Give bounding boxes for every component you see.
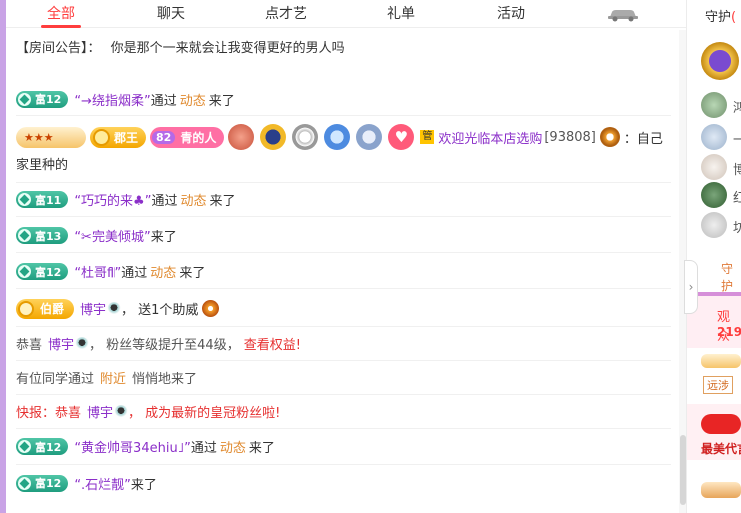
wealth-gem-icon (18, 229, 31, 242)
list-item: 富11 “巧巧的来♣” 通过 动态 来了 (16, 183, 671, 217)
manager-icon: 管 (420, 130, 435, 144)
wealth-badge: 富11 (16, 191, 69, 208)
swirl-icon (292, 124, 319, 150)
ambassador-panel[interactable]: 最美代言 (687, 404, 741, 460)
tab-all[interactable]: 全部 (36, 3, 86, 28)
guard-button[interactable]: 守护 (721, 260, 741, 294)
wealth-badge: 富12 (16, 263, 69, 280)
user-nick[interactable]: “✂完美倾城” (74, 226, 150, 245)
list-item: ★★★ 郡王 82 青的人 ♥ 管 欢迎光临本店选购 [93808] ：自己 家… (16, 119, 671, 183)
medal-badge-icon (701, 354, 741, 368)
user-nick[interactable]: 博宇 (87, 402, 113, 421)
lion-icon (599, 127, 620, 147)
user-avatar-icon (75, 336, 90, 351)
user-nick[interactable]: “→绕指烟柔” (74, 90, 150, 109)
list-item: 富12 “.石烂靓” 来了 (16, 465, 671, 501)
user-avatar-icon (114, 404, 129, 419)
list-item: 富12 “杜哥f𝄃” 通过 动态 来了 (16, 255, 671, 289)
source-link[interactable]: 动态 (220, 437, 246, 456)
source-link[interactable]: 动态 (180, 90, 206, 109)
guard-sidebar: 守护( 鸿 一 博 红 坊 守护 观众 2190 远涉 最美代言 (686, 0, 741, 513)
guard-title[interactable]: 守护( (705, 6, 736, 25)
list-item: 富13 “✂完美倾城” 来了 (16, 219, 671, 253)
chat-panel: 全部 聊天 点才艺 礼单 活动 【房间公告】： 你是那个一来就会让我变得更好的男… (6, 0, 687, 513)
user-nick[interactable]: “黄金帅哥34ehiu˩” (74, 437, 191, 456)
tab-talent[interactable]: 点才艺 (256, 3, 316, 27)
viewer-item[interactable]: 远涉 (687, 348, 741, 398)
heart-shield-icon (324, 124, 351, 150)
guard-crown-icon[interactable] (701, 42, 739, 80)
avatar[interactable] (701, 212, 727, 238)
source-link[interactable]: 动态 (150, 262, 176, 281)
wealth-gem-icon (18, 265, 31, 278)
view-benefits-link[interactable]: 查看权益! (244, 334, 301, 353)
user-nick[interactable]: “.石烂靓” (74, 474, 131, 493)
ambassador-badge-icon (701, 414, 741, 434)
message-feed: 【房间公告】： 你是那个一来就会让我变得更好的男人吗 富12 “→绕指烟柔” 通… (6, 29, 678, 513)
tab-chat[interactable]: 聊天 (146, 3, 196, 27)
viewer-item[interactable] (687, 474, 741, 513)
room-announcement: 【房间公告】： 你是那个一来就会让我变得更好的男人吗 (16, 37, 666, 56)
wealth-gem-icon (18, 476, 31, 490)
list-item: 伯爵 博宇 ， 送1个助威 (16, 291, 671, 327)
avatar[interactable] (701, 124, 727, 150)
user-nick[interactable]: 博宇 (80, 299, 106, 318)
rank-badge: 郡王 (90, 126, 147, 148)
love-icon: ♥ (388, 124, 415, 150)
medal-badge-icon: ★★★ (16, 126, 86, 148)
user-nick[interactable]: “杜哥f𝄃” (74, 262, 121, 281)
cheer-gift-icon (202, 300, 220, 317)
earl-coin-icon (18, 300, 34, 317)
wealth-gem-icon (18, 440, 31, 453)
source-link[interactable]: 动态 (180, 190, 206, 209)
user-nick[interactable]: “巧巧的来♣” (74, 190, 151, 209)
list-item: 快报：恭喜 博宇 ， 成为最新的皇冠粉丝啦! (16, 395, 671, 429)
avatar[interactable] (701, 154, 727, 180)
user-avatar-icon (107, 301, 122, 316)
announcement-text: 你是那个一来就会让我变得更好的男人吗 (110, 41, 345, 56)
user-nick[interactable]: 博宇 (48, 334, 74, 353)
user-id: [93808] (544, 129, 596, 145)
silver-star-icon (356, 124, 383, 150)
avatar[interactable] (701, 92, 727, 118)
star-medal-icon (260, 124, 287, 150)
tab-gift-list[interactable]: 礼单 (376, 3, 426, 27)
fan-badge: 82 青的人 (150, 126, 225, 148)
source-link[interactable]: 附近 (100, 368, 126, 387)
user-nick[interactable]: 欢迎光临本店选购 (438, 128, 542, 147)
list-item: 富12 “→绕指烟柔” 通过 动态 来了 (16, 83, 671, 116)
avatar[interactable] (701, 182, 727, 208)
list-item: 有位同学通过 附近 悄悄地来了 (16, 361, 671, 395)
wealth-gem-icon (18, 92, 31, 106)
list-item: 富12 “黄金帅哥34ehiu˩” 通过 动态 来了 (16, 429, 671, 465)
tab-bar: 全部 聊天 点才艺 礼单 活动 (6, 0, 686, 28)
wealth-badge: 富12 (16, 438, 69, 455)
tab-activity[interactable]: 活动 (486, 3, 536, 27)
wealth-badge: 富12 (16, 474, 69, 492)
wealth-badge: 富12 (16, 90, 69, 108)
message-continuation: 家里种的 (16, 158, 69, 173)
collapse-sidebar-button[interactable]: › (684, 260, 698, 314)
list-item: 恭喜 博宇 ， 粉丝等级提升至44级， 查看权益! (16, 327, 671, 361)
wealth-gem-icon (18, 193, 31, 206)
guard-badge-icon (701, 482, 741, 498)
announcement-prefix: 【房间公告】： (16, 41, 101, 56)
car-icon[interactable] (606, 6, 640, 22)
earl-badge: 伯爵 (16, 298, 75, 319)
wealth-badge: 富13 (16, 227, 69, 244)
achievement-icon (228, 124, 255, 150)
